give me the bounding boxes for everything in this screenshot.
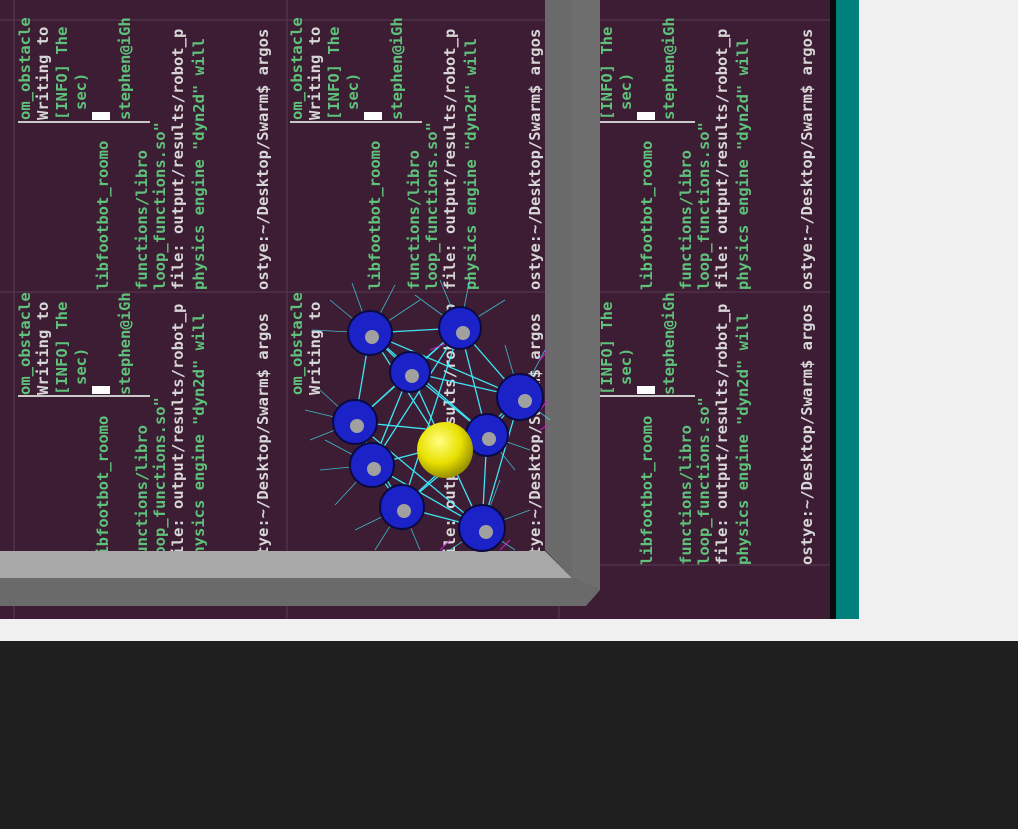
separator-strip (0, 619, 1018, 641)
right-side-panel (859, 0, 1018, 619)
robot-7[interactable] (349, 442, 395, 488)
bottom-dark-panel (0, 641, 1018, 829)
teal-edge (836, 0, 859, 619)
arena-wall-right-inner (545, 0, 572, 578)
simulation-viewport[interactable]: om_obstacle Writing to [INFO] The sec) l… (0, 0, 859, 619)
robot-1[interactable] (347, 310, 393, 356)
arena-wall-bottom-top (0, 551, 572, 578)
arena-wall-right (572, 0, 600, 590)
robot-4[interactable] (496, 373, 544, 421)
arena-scene (0, 0, 600, 606)
robot-9[interactable] (458, 504, 506, 552)
arena-wall-bottom (0, 578, 600, 606)
robot-5[interactable] (332, 399, 378, 445)
robot-2[interactable] (438, 306, 482, 350)
robot-3[interactable] (389, 351, 431, 393)
light-beacon[interactable] (417, 422, 473, 478)
robot-8[interactable] (379, 484, 425, 530)
